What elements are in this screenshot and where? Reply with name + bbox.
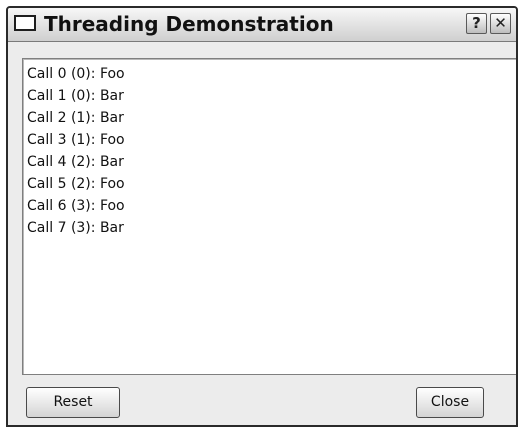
list-item[interactable]: Call 5 (2): Foo bbox=[27, 173, 516, 195]
list-item[interactable]: Call 0 (0): Foo bbox=[27, 63, 516, 85]
dialog-body: Call 0 (0): Foo Call 1 (0): Bar Call 2 (… bbox=[8, 42, 516, 425]
dialog-window: Threading Demonstration ? ✕ Call 0 (0): … bbox=[6, 6, 518, 427]
help-icon: ? bbox=[472, 14, 481, 32]
window-title: Threading Demonstration bbox=[44, 12, 334, 36]
list-item[interactable]: Call 2 (1): Bar bbox=[27, 107, 516, 129]
list-item[interactable]: Call 6 (3): Foo bbox=[27, 195, 516, 217]
close-button[interactable]: Close bbox=[416, 387, 484, 418]
help-button[interactable]: ? bbox=[466, 13, 487, 34]
list-item[interactable]: Call 7 (3): Bar bbox=[27, 217, 516, 239]
list-item[interactable]: Call 4 (2): Bar bbox=[27, 151, 516, 173]
list-item[interactable]: Call 3 (1): Foo bbox=[27, 129, 516, 151]
reset-button[interactable]: Reset bbox=[26, 387, 120, 418]
list-item[interactable]: Call 1 (0): Bar bbox=[27, 85, 516, 107]
window-icon bbox=[14, 15, 36, 31]
close-icon: ✕ bbox=[494, 14, 507, 32]
call-log-list[interactable]: Call 0 (0): Foo Call 1 (0): Bar Call 2 (… bbox=[22, 58, 516, 375]
title-bar[interactable]: Threading Demonstration ? ✕ bbox=[8, 8, 516, 42]
title-close-button[interactable]: ✕ bbox=[490, 13, 511, 34]
